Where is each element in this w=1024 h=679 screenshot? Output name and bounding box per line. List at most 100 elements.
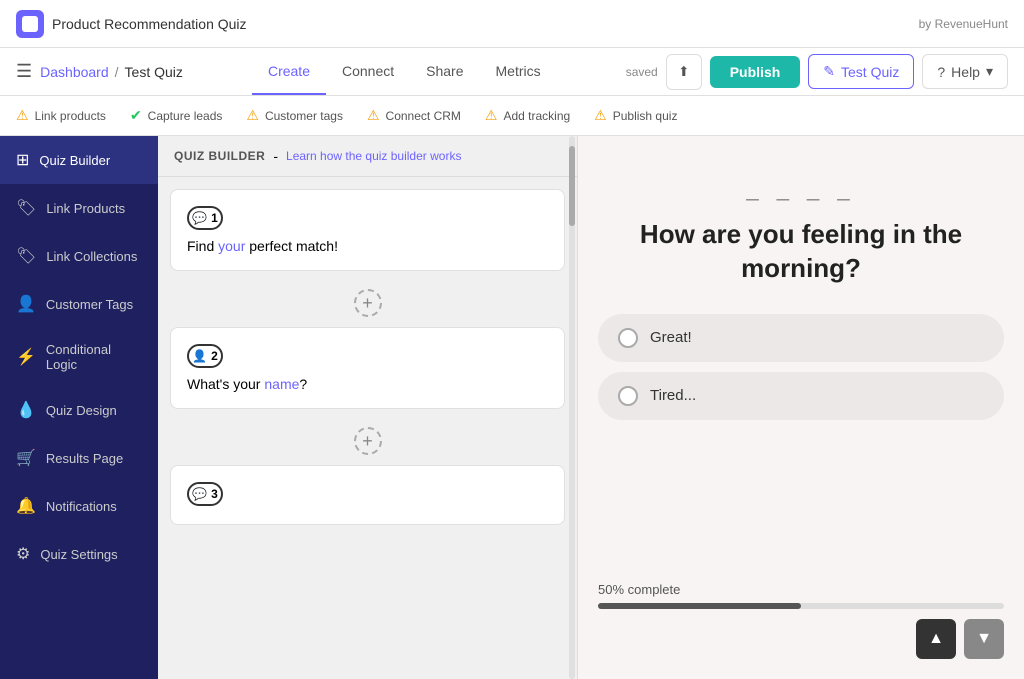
help-icon: ? bbox=[937, 64, 945, 80]
scrollbar[interactable] bbox=[567, 136, 575, 679]
add-between-1-2: + bbox=[170, 285, 565, 321]
questions-scroll: 💬 1 Find your perfect match! + bbox=[158, 177, 577, 679]
preview-option-great[interactable]: Great! bbox=[598, 314, 1004, 362]
sidebar-item-quiz-settings[interactable]: ⚙ Quiz Settings bbox=[0, 530, 158, 578]
drop-icon: 💧 bbox=[16, 400, 36, 420]
sidebar-item-notifications[interactable]: 🔔 Notifications bbox=[0, 482, 158, 530]
add-question-btn-1[interactable]: + bbox=[354, 289, 382, 317]
breadcrumb-current: Test Quiz bbox=[125, 64, 183, 80]
main-layout: ⊞ Quiz Builder 🏷 Link Products 🏷 Link Co… bbox=[0, 136, 1024, 679]
chevron-down-icon: ▾ bbox=[986, 63, 993, 80]
option-radio-great bbox=[618, 328, 638, 348]
tag-icon-products: 🏷 bbox=[16, 198, 36, 218]
question-card-1[interactable]: 💬 1 Find your perfect match! bbox=[170, 189, 565, 271]
progress-add-tracking[interactable]: ⚠ Add tracking bbox=[485, 107, 570, 124]
sidebar-label-notifications: Notifications bbox=[46, 499, 117, 514]
breadcrumb-dashboard[interactable]: Dashboard bbox=[40, 64, 109, 80]
progress-bar: ⚠ Link products ✔ Capture leads ⚠ Custom… bbox=[0, 96, 1024, 136]
progress-capture-leads[interactable]: ✔ Capture leads bbox=[130, 107, 222, 124]
sidebar-item-conditional-logic[interactable]: ⚡ Conditional Logic bbox=[0, 328, 158, 386]
hamburger-icon[interactable]: ☰ bbox=[16, 61, 32, 82]
sidebar-item-customer-tags[interactable]: 👤 Customer Tags bbox=[0, 280, 158, 328]
question-3-num: 3 bbox=[211, 487, 218, 501]
preview-option-tired[interactable]: Tired... bbox=[598, 372, 1004, 420]
warning-icon-link-products: ⚠ bbox=[16, 107, 29, 124]
question-card-2[interactable]: 👤 2 What's your name? bbox=[170, 327, 565, 409]
progress-publish-quiz[interactable]: ⚠ Publish quiz bbox=[594, 107, 677, 124]
sidebar-item-results-page[interactable]: 🛒 Results Page bbox=[0, 434, 158, 482]
option-radio-tired bbox=[618, 386, 638, 406]
sidebar-label-results-page: Results Page bbox=[46, 451, 123, 466]
external-link-icon: ✎ bbox=[823, 63, 835, 80]
ok-icon-capture-leads: ✔ bbox=[130, 107, 142, 124]
grid-icon: ⊞ bbox=[16, 150, 29, 170]
progress-customer-tags[interactable]: ⚠ Customer tags bbox=[246, 107, 343, 124]
lightning-icon: ⚡ bbox=[16, 347, 36, 367]
preview-footer: 50% complete ▲ ▼ bbox=[598, 582, 1004, 659]
bell-icon: 🔔 bbox=[16, 496, 36, 516]
progress-complete-label: 50% complete bbox=[598, 582, 1004, 597]
sidebar-item-link-products[interactable]: 🏷 Link Products bbox=[0, 184, 158, 232]
app-logo-icon bbox=[16, 10, 44, 38]
sidebar-item-quiz-builder[interactable]: ⊞ Quiz Builder bbox=[0, 136, 158, 184]
question-1-header: 💬 1 bbox=[187, 206, 548, 230]
breadcrumb-separator: / bbox=[115, 64, 119, 80]
question-2-badge: 👤 2 bbox=[187, 344, 223, 368]
chat-icon-q1: 💬 bbox=[192, 211, 207, 225]
warning-icon-add-tracking: ⚠ bbox=[485, 107, 498, 124]
quiz-builder-header: QUIZ BUILDER - Learn how the quiz builde… bbox=[158, 136, 577, 177]
test-quiz-button[interactable]: ✎ Test Quiz bbox=[808, 54, 914, 89]
learn-link[interactable]: Learn how the quiz builder works bbox=[286, 149, 461, 163]
warning-icon-connect-crm: ⚠ bbox=[367, 107, 380, 124]
progress-fill bbox=[598, 603, 801, 609]
warning-icon-publish-quiz: ⚠ bbox=[594, 107, 607, 124]
quiz-builder-title: QUIZ BUILDER bbox=[174, 149, 265, 163]
tab-connect[interactable]: Connect bbox=[326, 49, 410, 95]
progress-connect-crm[interactable]: ⚠ Connect CRM bbox=[367, 107, 461, 124]
preview-content: _ _ _ _ How are you feeling in the morni… bbox=[598, 176, 1004, 430]
breadcrumb: Dashboard / Test Quiz bbox=[40, 64, 183, 80]
sidebar-item-quiz-design[interactable]: 💧 Quiz Design bbox=[0, 386, 158, 434]
nav-arrows: ▲ ▼ bbox=[598, 619, 1004, 659]
question-3-badge: 💬 3 bbox=[187, 482, 223, 506]
question-2-num: 2 bbox=[211, 349, 218, 363]
chat-icon-q3: 💬 bbox=[192, 487, 207, 501]
nav-bar: ☰ Dashboard / Test Quiz Create Connect S… bbox=[0, 48, 1024, 96]
sidebar: ⊞ Quiz Builder 🏷 Link Products 🏷 Link Co… bbox=[0, 136, 158, 679]
question-card-3[interactable]: 💬 3 bbox=[170, 465, 565, 525]
cart-icon: 🛒 bbox=[16, 448, 36, 468]
preview-question: How are you feeling in the morning? bbox=[598, 218, 1004, 286]
option-label-tired: Tired... bbox=[650, 387, 696, 404]
share-icon-button[interactable]: ⬆ bbox=[666, 54, 702, 90]
sidebar-label-link-collections: Link Collections bbox=[46, 249, 137, 264]
quiz-builder-panel: QUIZ BUILDER - Learn how the quiz builde… bbox=[158, 136, 578, 679]
help-button[interactable]: ? Help ▾ bbox=[922, 54, 1008, 89]
sidebar-label-conditional-logic: Conditional Logic bbox=[46, 342, 142, 372]
publish-button[interactable]: Publish bbox=[710, 56, 801, 88]
arrow-down-button[interactable]: ▼ bbox=[964, 619, 1004, 659]
gear-icon: ⚙ bbox=[16, 544, 30, 564]
warning-icon-customer-tags: ⚠ bbox=[246, 107, 259, 124]
add-question-btn-2[interactable]: + bbox=[354, 427, 382, 455]
top-bar: Product Recommendation Quiz by RevenueHu… bbox=[0, 0, 1024, 48]
arrow-up-button[interactable]: ▲ bbox=[916, 619, 956, 659]
content-area: QUIZ BUILDER - Learn how the quiz builde… bbox=[158, 136, 1024, 679]
tag-icon-collections: 🏷 bbox=[16, 246, 36, 266]
app-title: Product Recommendation Quiz bbox=[52, 16, 247, 32]
question-2-text: What's your name? bbox=[187, 376, 548, 392]
preview-panel: _ _ _ _ How are you feeling in the morni… bbox=[578, 136, 1024, 679]
preview-underlines: _ _ _ _ bbox=[746, 176, 855, 202]
tab-metrics[interactable]: Metrics bbox=[480, 49, 557, 95]
sidebar-item-link-collections[interactable]: 🏷 Link Collections bbox=[0, 232, 158, 280]
tab-create[interactable]: Create bbox=[252, 49, 326, 95]
app-logo-area: Product Recommendation Quiz bbox=[16, 10, 247, 38]
nav-tabs: Create Connect Share Metrics bbox=[252, 49, 557, 95]
question-1-num: 1 bbox=[211, 211, 218, 225]
question-1-badge: 💬 1 bbox=[187, 206, 223, 230]
option-label-great: Great! bbox=[650, 329, 692, 346]
progress-link-products[interactable]: ⚠ Link products bbox=[16, 107, 106, 124]
progress-track bbox=[598, 603, 1004, 609]
user-icon-q2: 👤 bbox=[192, 349, 207, 363]
question-3-header: 💬 3 bbox=[187, 482, 548, 506]
tab-share[interactable]: Share bbox=[410, 49, 479, 95]
